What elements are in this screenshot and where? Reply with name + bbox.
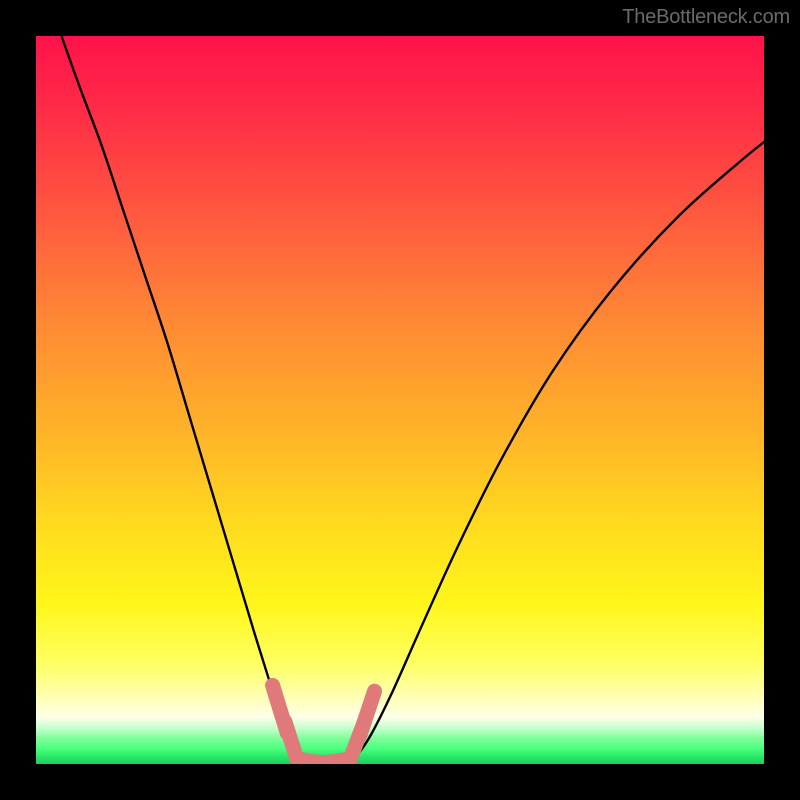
- chart-svg: [36, 36, 764, 764]
- chart-frame: TheBottleneck.com: [0, 0, 800, 800]
- watermark-text: TheBottleneck.com: [622, 6, 790, 29]
- plot-area: [36, 36, 764, 764]
